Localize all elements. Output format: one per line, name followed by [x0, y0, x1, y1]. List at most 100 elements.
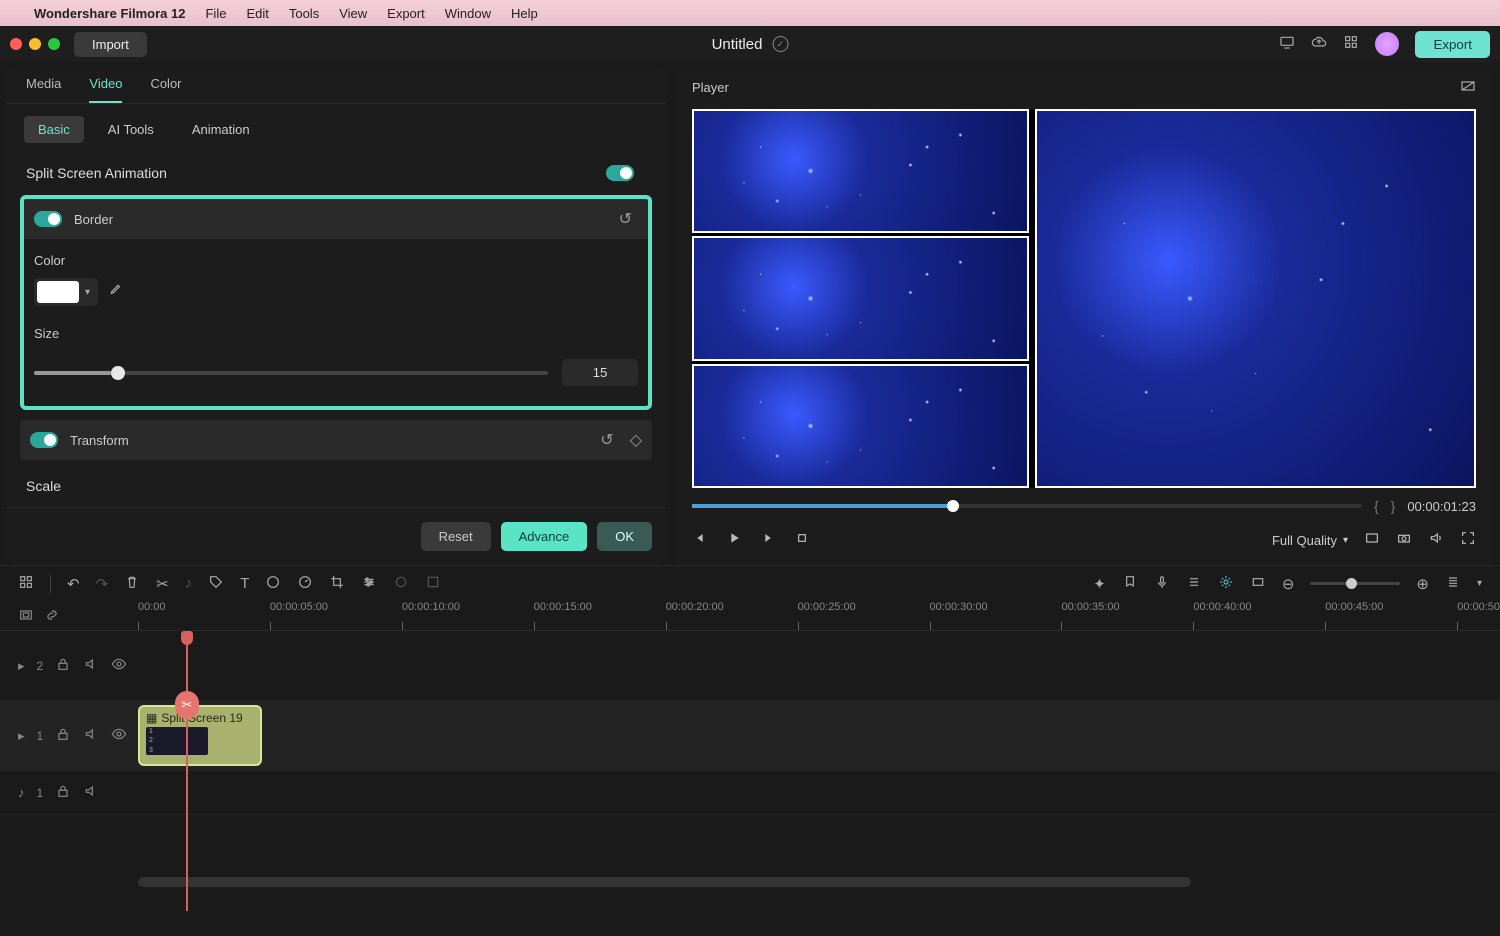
tab-color[interactable]: Color	[150, 76, 181, 103]
border-toggle[interactable]	[34, 211, 62, 227]
snapshot-icon[interactable]	[1396, 530, 1412, 551]
player-scrub-knob[interactable]	[947, 500, 959, 512]
lock-icon[interactable]	[55, 656, 71, 675]
lock-icon[interactable]	[55, 726, 71, 745]
saved-check-icon: ✓	[772, 36, 788, 52]
timeline-ruler[interactable]: 00:00 00:00:05:00 00:00:10:00 00:00:15:0…	[0, 601, 1500, 631]
transition-icon[interactable]	[393, 574, 409, 594]
mark-in-icon[interactable]: {	[1374, 498, 1379, 514]
next-frame-icon[interactable]	[760, 530, 776, 551]
zoom-window-icon[interactable]	[48, 38, 60, 50]
marker-icon[interactable]	[1122, 574, 1138, 594]
display-icon[interactable]	[1279, 34, 1295, 55]
advance-button[interactable]: Advance	[501, 522, 588, 551]
subtab-animation[interactable]: Animation	[178, 116, 264, 143]
color-swatch-dropdown[interactable]: ▾	[34, 278, 98, 306]
menu-export[interactable]: Export	[387, 6, 425, 21]
crop-icon[interactable]	[329, 574, 345, 594]
effects-icon[interactable]	[425, 574, 441, 594]
size-slider-knob[interactable]	[111, 366, 125, 380]
menu-help[interactable]: Help	[511, 6, 538, 21]
speed-icon[interactable]	[297, 574, 313, 594]
fullscreen-icon[interactable]	[1460, 530, 1476, 551]
close-window-icon[interactable]	[10, 38, 22, 50]
cloud-upload-icon[interactable]	[1311, 34, 1327, 55]
render-icon[interactable]: ✦	[1093, 575, 1106, 593]
export-button[interactable]: Export	[1415, 31, 1490, 58]
player-scrubber[interactable]	[692, 504, 1362, 508]
nest-icon[interactable]	[18, 607, 34, 626]
cut-badge-icon[interactable]: ✂	[175, 691, 199, 719]
visibility-icon[interactable]	[111, 726, 127, 745]
player-compare-icon[interactable]	[1460, 78, 1476, 97]
layout-icon[interactable]	[18, 574, 34, 594]
timeline-playhead[interactable]: ✂	[186, 631, 188, 911]
lock-icon[interactable]	[55, 783, 71, 802]
tab-video[interactable]: Video	[89, 76, 122, 103]
transform-toggle[interactable]	[30, 432, 58, 448]
app-name-menu[interactable]: Wondershare Filmora 12	[34, 6, 185, 21]
cut-icon[interactable]: ✂	[156, 575, 169, 593]
grid-icon[interactable]	[1343, 34, 1359, 55]
timeline-menu-icon[interactable]: ▾	[1477, 578, 1482, 589]
detach-player-icon[interactable]	[1364, 530, 1380, 551]
redo-icon[interactable]: ↷	[96, 575, 109, 593]
timeline-clip[interactable]: ▦ Split Screen 19 1 2 3	[138, 705, 262, 766]
transform-reset-icon[interactable]: ↺	[600, 430, 613, 450]
fit-icon[interactable]	[1250, 574, 1266, 594]
inspector-tabs: Media Video Color	[6, 66, 666, 104]
stop-icon[interactable]	[794, 530, 810, 551]
preview-canvas[interactable]	[692, 109, 1476, 488]
video-track-1[interactable]: ▸ 1 ▦ Split Screen 19 1 2 3	[0, 701, 1500, 771]
volume-icon[interactable]	[1428, 530, 1444, 551]
zoom-in-icon[interactable]: ⊕	[1416, 575, 1429, 593]
prev-frame-icon[interactable]	[692, 530, 708, 551]
ok-button[interactable]: OK	[597, 522, 652, 551]
record-voice-icon[interactable]	[1154, 574, 1170, 594]
keyframe-icon[interactable]: ◇	[630, 430, 642, 450]
split-screen-toggle[interactable]	[606, 165, 634, 181]
video-track-2[interactable]: ▸ 2	[0, 631, 1500, 701]
size-slider[interactable]	[34, 371, 548, 375]
subtab-ai-tools[interactable]: AI Tools	[94, 116, 168, 143]
scrollbar-thumb[interactable]	[138, 877, 1191, 887]
audio-track-1[interactable]: ♪ 1	[0, 771, 1500, 815]
menu-edit[interactable]: Edit	[246, 6, 268, 21]
playhead-cap-icon[interactable]	[181, 631, 193, 645]
mark-out-icon[interactable]: }	[1391, 498, 1396, 514]
menu-view[interactable]: View	[339, 6, 367, 21]
magnetic-icon[interactable]	[1218, 574, 1234, 594]
size-input[interactable]	[562, 359, 638, 386]
reset-button[interactable]: Reset	[421, 522, 491, 551]
import-button[interactable]: Import	[74, 32, 147, 57]
border-reset-icon[interactable]: ↺	[619, 209, 632, 229]
mute-icon[interactable]	[83, 656, 99, 675]
track-height-icon[interactable]	[1445, 574, 1461, 594]
quality-dropdown[interactable]: Full Quality▾	[1272, 533, 1348, 548]
user-avatar-icon[interactable]	[1375, 32, 1399, 56]
track-number: 1	[37, 786, 44, 800]
menu-tools[interactable]: Tools	[289, 6, 319, 21]
list-icon[interactable]	[1186, 574, 1202, 594]
music-icon[interactable]: ♪	[185, 575, 193, 592]
mute-icon[interactable]	[83, 783, 99, 802]
tab-media[interactable]: Media	[26, 76, 61, 103]
menu-window[interactable]: Window	[445, 6, 491, 21]
minimize-window-icon[interactable]	[29, 38, 41, 50]
timeline-scrollbar[interactable]	[0, 875, 1500, 889]
color-icon[interactable]	[265, 574, 281, 594]
undo-icon[interactable]: ↶	[67, 575, 80, 593]
tag-icon[interactable]	[208, 574, 224, 594]
delete-icon[interactable]	[124, 574, 140, 594]
zoom-out-icon[interactable]: ⊖	[1282, 575, 1295, 593]
text-icon[interactable]: T	[240, 575, 249, 592]
play-icon[interactable]	[726, 530, 742, 551]
link-icon[interactable]	[44, 607, 60, 626]
adjust-icon[interactable]	[361, 574, 377, 594]
mute-icon[interactable]	[83, 726, 99, 745]
menu-file[interactable]: File	[205, 6, 226, 21]
subtab-basic[interactable]: Basic	[24, 116, 84, 143]
zoom-slider[interactable]	[1310, 582, 1400, 585]
visibility-icon[interactable]	[111, 656, 127, 675]
color-picker-icon[interactable]	[108, 282, 124, 302]
